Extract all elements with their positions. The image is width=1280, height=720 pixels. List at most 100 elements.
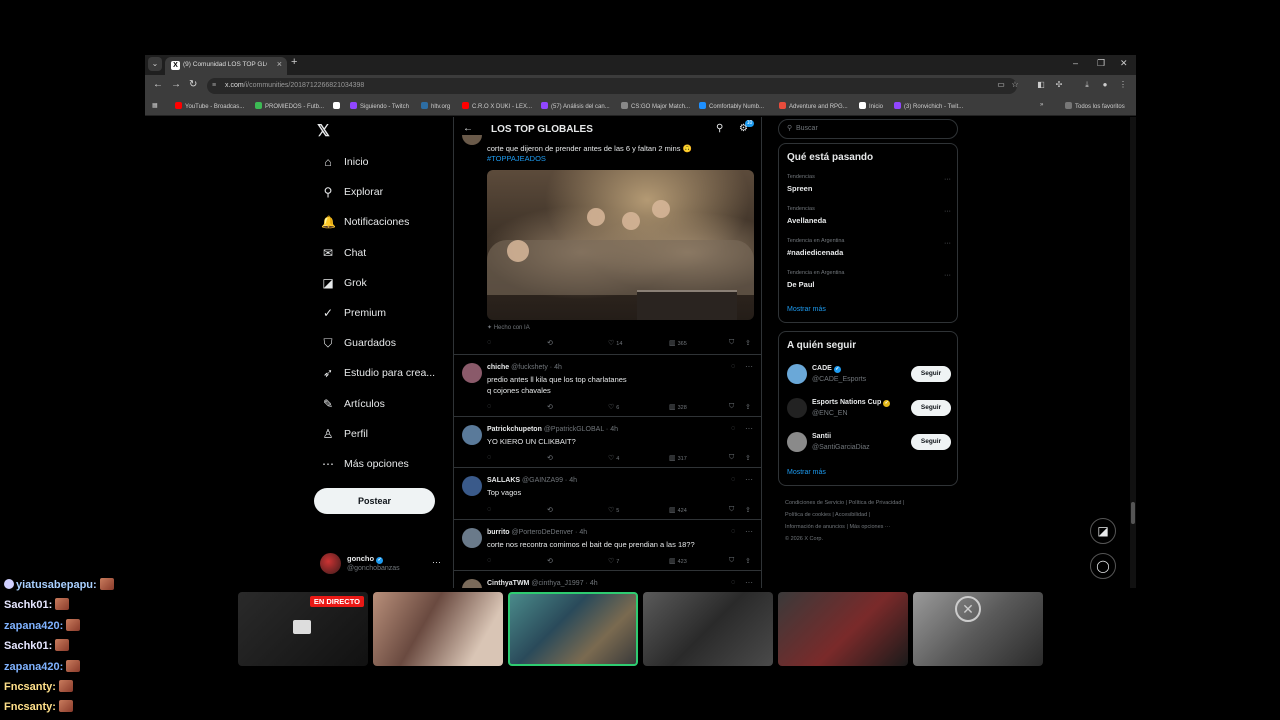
reply-icon[interactable]: ◌: [487, 506, 491, 513]
trend-item[interactable]: Tendencias Spreen ···: [787, 174, 951, 200]
post-author-name[interactable]: Patrickchupeton: [487, 426, 542, 433]
back-arrow-icon[interactable]: ←: [463, 123, 473, 134]
avatar[interactable]: [787, 364, 807, 384]
more-icon[interactable]: ···: [745, 475, 753, 484]
page-scrollbar[interactable]: [1130, 117, 1136, 588]
messages-floating-button[interactable]: ◯: [1090, 553, 1116, 579]
views-button[interactable]: ▥ 317: [669, 454, 687, 462]
post-author-name[interactable]: SALLAKS: [487, 477, 520, 484]
minimize-icon[interactable]: –: [1073, 58, 1078, 68]
reply-icon[interactable]: ◌: [487, 403, 491, 410]
footer-link[interactable]: Información de anuncios: [785, 524, 845, 530]
more-icon[interactable]: ···: [745, 578, 753, 587]
close-window-icon[interactable]: ✕: [1120, 58, 1128, 69]
post-hashtag[interactable]: #TOPPAJEADOS: [487, 154, 546, 164]
timeline-post[interactable]: Patrickchupeton @PpatrickGLOBAL · 4h ◌ ···…: [454, 416, 761, 467]
views-button[interactable]: ▥ 328: [669, 403, 687, 411]
post-button[interactable]: Postear: [314, 488, 435, 514]
footer-link[interactable]: Política de cookies: [785, 512, 831, 518]
bookmark-item[interactable]: Siguiendo - Twitch: [350, 102, 409, 110]
reply-icon[interactable]: ◌: [487, 557, 491, 564]
post-author-name[interactable]: burrito: [487, 529, 510, 536]
extension-icon[interactable]: ◧: [1035, 79, 1047, 91]
chat-username[interactable]: zapana420:: [4, 620, 63, 632]
avatar[interactable]: [462, 528, 482, 548]
tab-close-icon[interactable]: ×: [277, 59, 282, 69]
bookmark-icon[interactable]: ⛉: [729, 506, 734, 514]
bookmark-icon[interactable]: ⛉: [729, 557, 734, 565]
more-icon[interactable]: ···: [944, 176, 951, 183]
cast-icon[interactable]: ▭: [995, 79, 1007, 91]
follow-suggestion[interactable]: Santii @SantiGarciaDiaz Seguir: [787, 430, 951, 454]
bookmark-item[interactable]: Inicio: [859, 102, 883, 110]
share-icon[interactable]: ⇪: [745, 339, 751, 347]
post-time[interactable]: 4h: [579, 529, 587, 536]
bookmark-icon[interactable]: ⛉: [729, 403, 734, 411]
timeline-post[interactable]: CinthyaTWM @cinthya_J1997 · 4h ◌ ···: [454, 570, 761, 588]
like-button[interactable]: ♡ 7: [608, 557, 619, 565]
cam-slot[interactable]: ✕: [913, 592, 1043, 666]
search-icon[interactable]: ⚲: [716, 123, 723, 134]
cam-slot-selected[interactable]: [508, 592, 638, 666]
grok-icon[interactable]: ◌: [731, 425, 735, 432]
profile-avatar-icon[interactable]: ●: [1099, 79, 1111, 91]
footer-link[interactable]: Condiciones de Servicio: [785, 500, 844, 506]
bookmark-item[interactable]: hltv.org: [421, 102, 450, 110]
bookmark-item[interactable]: (3) Ronvichich - Twit...: [894, 102, 963, 110]
more-icon[interactable]: ···: [944, 272, 951, 279]
reply-icon[interactable]: ◌: [487, 339, 491, 346]
repost-icon[interactable]: ⟲: [547, 506, 553, 514]
restore-icon[interactable]: ❐: [1097, 58, 1105, 69]
repost-icon[interactable]: ⟲: [547, 403, 553, 411]
all-bookmarks-folder[interactable]: Todos los favoritos: [1065, 102, 1125, 110]
timeline-post[interactable]: burrito @PorteroDeDenver · 4h ◌ ··· corte n…: [454, 519, 761, 570]
cam-slot[interactable]: [643, 592, 773, 666]
post-author-name[interactable]: chiche: [487, 364, 509, 371]
chat-username[interactable]: Fncsanty:: [4, 701, 56, 713]
views-button[interactable]: ▥ 424: [669, 506, 687, 514]
avatar[interactable]: [462, 579, 482, 588]
chat-username[interactable]: Sachk01:: [4, 599, 52, 611]
avatar[interactable]: [462, 363, 482, 383]
bookmark-item[interactable]: YouTube - Broadcas...: [175, 102, 244, 110]
avatar[interactable]: [462, 476, 482, 496]
views-button[interactable]: ▥ 365: [669, 339, 687, 347]
more-icon[interactable]: ···: [432, 557, 441, 567]
post-time[interactable]: 4h: [554, 364, 562, 371]
more-icon[interactable]: ···: [944, 240, 951, 247]
x-logo-icon[interactable]: 𝕏: [317, 121, 330, 141]
bookmark-item[interactable]: PROMIEDOS - Futb...: [255, 102, 324, 110]
reply-icon[interactable]: ◌: [487, 454, 491, 461]
bookmark-icon[interactable]: ⛉: [729, 454, 734, 462]
cam-slot[interactable]: [778, 592, 908, 666]
footer-link[interactable]: Más opciones ···: [849, 524, 890, 530]
post-photo[interactable]: [487, 170, 754, 320]
scrollbar-thumb[interactable]: [1131, 502, 1135, 524]
grok-icon[interactable]: ◌: [731, 579, 735, 586]
share-icon[interactable]: ⇪: [745, 557, 751, 565]
footer-link[interactable]: Política de Privacidad: [849, 500, 902, 506]
bookmarks-overflow-icon[interactable]: »: [1040, 102, 1043, 108]
share-icon[interactable]: ⇪: [745, 506, 751, 514]
bookmark-icon[interactable]: ⛉: [729, 339, 734, 347]
follow-suggestion[interactable]: CADE ✓ @CADE_Esports Seguir: [787, 362, 951, 386]
reload-icon[interactable]: ↻: [189, 79, 197, 90]
grok-icon[interactable]: ◌: [731, 363, 735, 370]
cam-slot-live[interactable]: EN DIRECTO: [238, 592, 368, 666]
follow-button[interactable]: Seguir: [911, 400, 951, 416]
more-icon[interactable]: ···: [745, 362, 753, 371]
site-info-icon[interactable]: ≡: [212, 82, 220, 90]
bookmark-item[interactable]: CS:GO Major Match...: [621, 102, 690, 110]
download-icon[interactable]: ⤓: [1081, 79, 1093, 91]
bookmark-item[interactable]: Comfortably Numb...: [699, 102, 764, 110]
star-icon[interactable]: ☆: [1009, 79, 1021, 91]
repost-icon[interactable]: ⟲: [547, 339, 553, 347]
more-icon[interactable]: ···: [745, 527, 753, 536]
like-button[interactable]: ♡ 6: [608, 403, 619, 411]
chat-username[interactable]: Sachk01:: [4, 640, 52, 652]
show-more-link[interactable]: Mostrar más: [787, 306, 826, 313]
like-button[interactable]: ♡ 14: [608, 339, 622, 347]
grok-icon[interactable]: ◌: [731, 528, 735, 535]
timeline-post[interactable]: chiche @fuckshety · 4h ◌ ··· predio antes l…: [454, 354, 761, 416]
post-time[interactable]: 4h: [590, 580, 598, 587]
